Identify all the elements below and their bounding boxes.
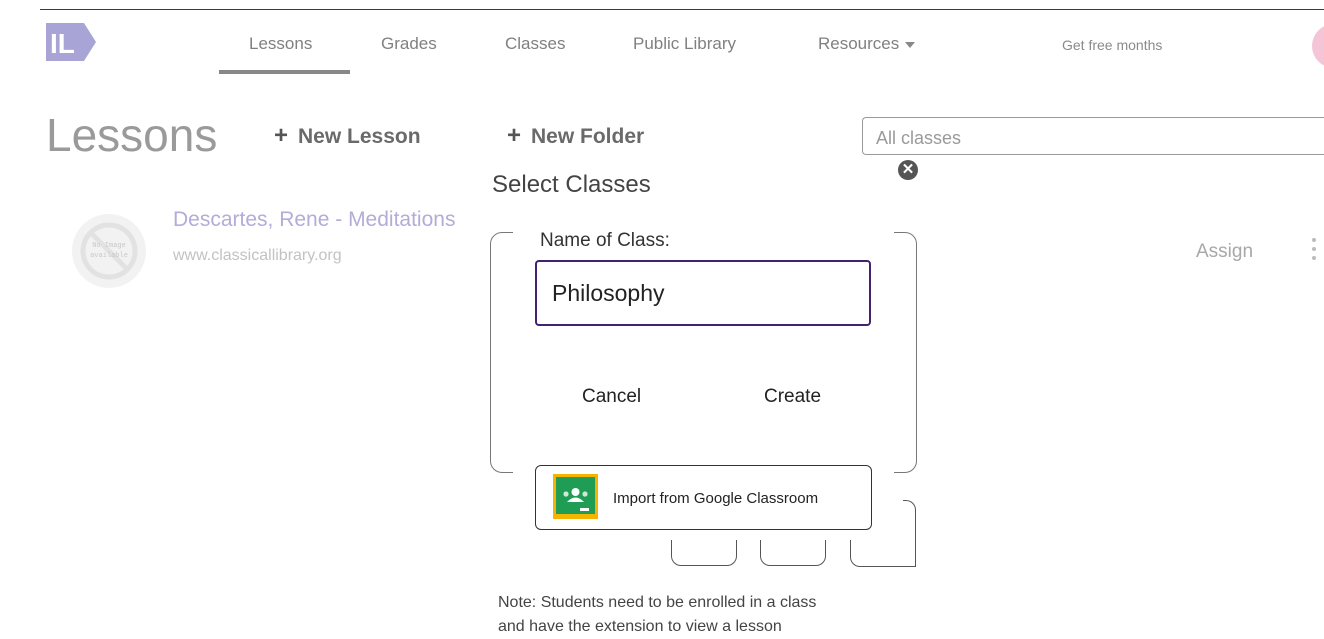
enrollment-note: Note: Students need to be enrolled in a … — [498, 591, 928, 639]
more-options-icon[interactable] — [1311, 238, 1317, 266]
class-filter-select[interactable]: All classes — [862, 117, 1324, 155]
class-name-input[interactable] — [535, 260, 871, 326]
no-image-text-2: available — [90, 252, 128, 260]
new-folder-label: New Folder — [531, 125, 645, 148]
modal-title: Select Classes — [492, 171, 651, 197]
google-classroom-icon — [553, 474, 598, 519]
new-lesson-label: New Lesson — [298, 125, 421, 148]
note-line-1: Note: Students need to be enrolled in a … — [498, 594, 817, 611]
lesson-title-link[interactable]: Descartes, Rene - Meditations — [173, 208, 478, 232]
lesson-source-url[interactable]: www.classicallibrary.org — [173, 247, 342, 265]
top-divider — [40, 9, 1324, 10]
assign-button[interactable]: Assign — [1196, 241, 1253, 263]
import-google-classroom-button[interactable]: Import from Google Classroom — [535, 465, 872, 530]
bracket-fragment — [760, 540, 826, 566]
bracket-fragment — [850, 540, 916, 567]
nav-public-library[interactable]: Public Library — [633, 34, 736, 54]
nav-active-indicator — [219, 70, 350, 74]
class-name-label: Name of Class: — [537, 230, 673, 252]
nav-grades[interactable]: Grades — [381, 34, 437, 54]
app-logo[interactable]: IL — [46, 23, 96, 61]
get-free-months-link[interactable]: Get free months — [1062, 37, 1162, 53]
chevron-down-icon — [905, 41, 916, 48]
avatar[interactable] — [1312, 24, 1324, 68]
bracket-fragment — [671, 540, 737, 566]
page-title: Lessons — [46, 109, 218, 161]
logo-text: IL — [50, 28, 75, 59]
new-lesson-button[interactable]: + New Lesson — [274, 122, 421, 150]
new-folder-button[interactable]: + New Folder — [507, 122, 644, 150]
plus-icon: + — [274, 122, 289, 149]
note-line-2: and have the extension to view a lesson — [498, 618, 782, 635]
no-image-thumbnail: No Image available — [72, 214, 146, 288]
close-icon[interactable]: ✕ — [898, 160, 918, 180]
class-filter-value: All classes — [876, 128, 962, 148]
plus-icon: + — [507, 122, 522, 149]
cancel-button[interactable]: Cancel — [582, 386, 641, 408]
google-classroom-label: Import from Google Classroom — [613, 490, 819, 507]
nav-resources[interactable]: Resources — [818, 34, 916, 54]
nav-resources-label: Resources — [818, 34, 900, 53]
nav-lessons[interactable]: Lessons — [249, 34, 312, 54]
nav-classes[interactable]: Classes — [505, 34, 565, 54]
create-button[interactable]: Create — [764, 386, 821, 408]
no-image-text-1: No Image — [92, 242, 126, 250]
